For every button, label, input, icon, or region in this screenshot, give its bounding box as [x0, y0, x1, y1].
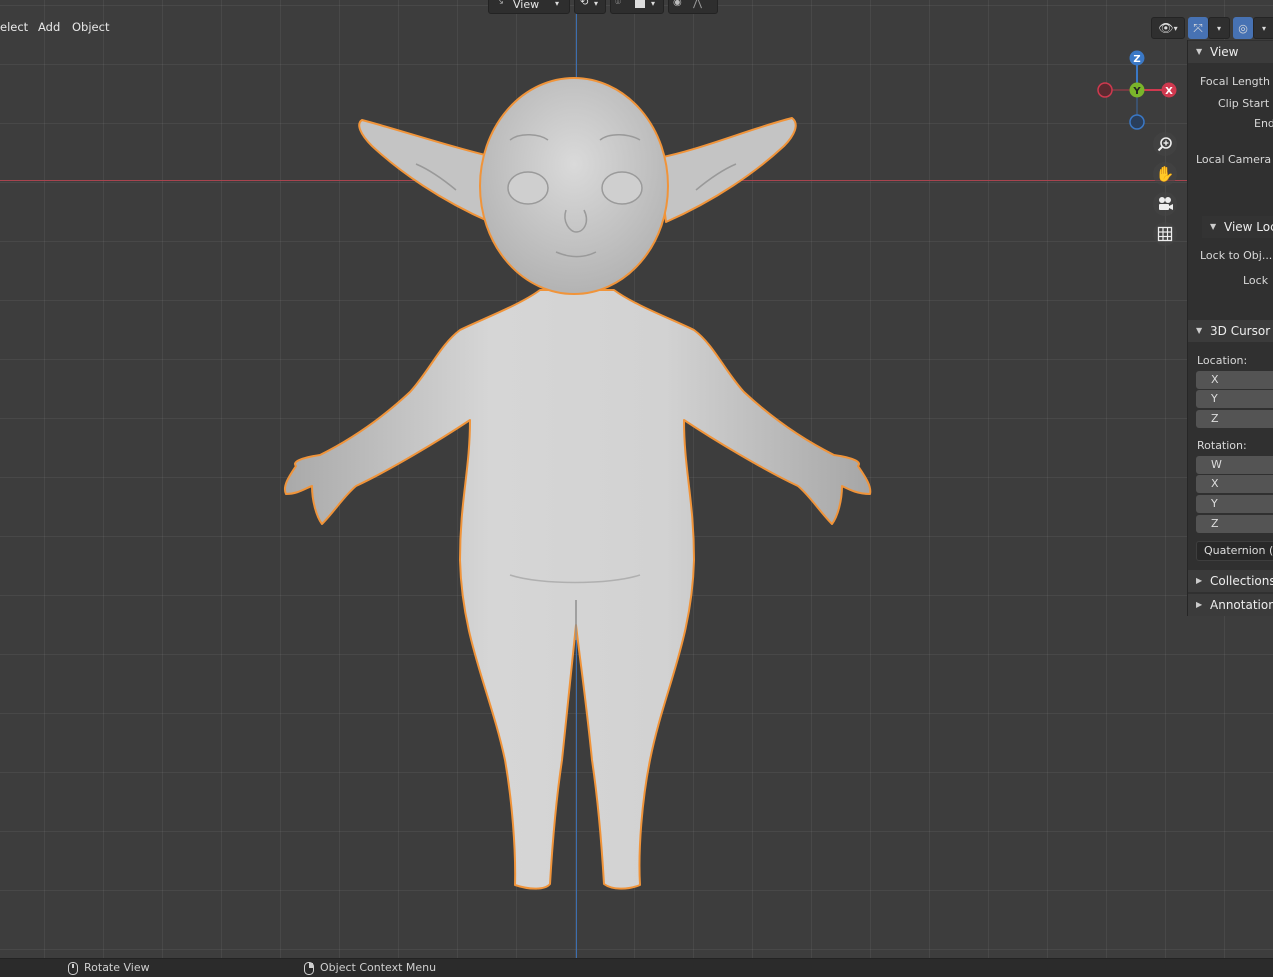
- view-panel-title: View: [1210, 45, 1239, 59]
- y-axis-label: Y: [1132, 86, 1141, 97]
- field-axis-label: W: [1211, 458, 1222, 471]
- navigation-gizmo[interactable]: Z X Y: [1093, 48, 1179, 134]
- annotations-panel-header[interactable]: ▶ Annotations: [1188, 594, 1273, 616]
- camera-icon: [1159, 197, 1173, 210]
- cursor-rotation-w-field[interactable]: W: [1196, 456, 1273, 474]
- chevron-down-icon: ▾: [1216, 23, 1221, 33]
- chevron-down-icon: ▾: [1261, 23, 1266, 33]
- proportional-edit-icon: ◉: [673, 0, 682, 8]
- rotation-mode-select[interactable]: Quaternion (W: [1196, 541, 1273, 561]
- chevron-down-icon: ▾: [651, 0, 656, 8]
- gizmo-dropdown[interactable]: ▾: [1208, 17, 1230, 39]
- grid-icon: [1157, 226, 1173, 242]
- field-axis-label: Z: [1211, 517, 1219, 530]
- rotation-label: Rotation:: [1197, 439, 1247, 452]
- proportional-edit-dropdown[interactable]: ◉ ⋀: [668, 0, 718, 14]
- select-menu[interactable]: elect: [0, 18, 34, 36]
- gizmo-toggle[interactable]: ⤧: [1188, 17, 1208, 39]
- field-axis-label: X: [1211, 477, 1219, 490]
- cursor-rotation-z-field[interactable]: Z: [1196, 515, 1273, 533]
- clip-end-label: End: [1254, 117, 1273, 130]
- overlays-dropdown[interactable]: ▾: [1253, 17, 1273, 39]
- mouse-middle-icon: [68, 961, 78, 975]
- 3d-cursor-title: 3D Cursor: [1210, 324, 1271, 338]
- location-label: Location:: [1197, 354, 1248, 367]
- eye-icon: 👁: [1158, 21, 1174, 35]
- overlays-toggle[interactable]: ◎: [1233, 17, 1253, 39]
- view-panel-header[interactable]: ▼ View: [1188, 41, 1273, 63]
- pivot-icon: ⟲: [580, 0, 589, 8]
- view-dropdown-label: View: [513, 0, 540, 11]
- 3d-viewport[interactable]: [0, 0, 1273, 958]
- chevron-down-icon: ▾: [555, 0, 560, 8]
- clip-start-label: Clip Start: [1218, 97, 1270, 110]
- snap-target-icon: [635, 0, 645, 8]
- object-menu[interactable]: Object: [66, 18, 115, 36]
- status-context-menu: Object Context Menu: [304, 960, 436, 976]
- object-context-menu-label: Object Context Menu: [320, 961, 437, 974]
- collapsed-triangle-icon: ▶: [1196, 600, 1203, 609]
- x-axis-label: X: [1165, 86, 1173, 97]
- zoom-icon: [1157, 137, 1172, 152]
- status-bar: Rotate View Object Context Menu: [0, 958, 1273, 977]
- ortho-toggle-button[interactable]: [1153, 222, 1177, 246]
- z-axis-label: Z: [1133, 54, 1140, 65]
- zoom-button[interactable]: [1153, 132, 1177, 156]
- rotate-view-label: Rotate View: [84, 961, 150, 974]
- expanded-triangle-icon: ▼: [1196, 47, 1203, 56]
- pivot-dropdown[interactable]: ⟲ ▾: [574, 0, 606, 14]
- view-lock-title: View Lock: [1224, 220, 1273, 234]
- view-lock-subpanel-header[interactable]: ▼ View Lock: [1202, 216, 1273, 238]
- lock-to-object-label: Lock to Obj...: [1200, 249, 1273, 262]
- transform-orientation-icon: ⤡: [495, 0, 503, 6]
- overlays-icon: ◎: [1238, 21, 1248, 35]
- field-axis-label: Z: [1211, 412, 1219, 425]
- magnet-icon: ⌾: [615, 0, 621, 8]
- local-camera-label: Local Camera: [1196, 153, 1272, 166]
- cursor-location-x-field[interactable]: X: [1196, 371, 1273, 389]
- expanded-triangle-icon: ▼: [1210, 222, 1217, 231]
- neg-z-axis-handle: [1129, 114, 1145, 130]
- field-axis-label: Y: [1211, 392, 1218, 405]
- cursor-rotation-y-field[interactable]: Y: [1196, 495, 1273, 513]
- neg-x-axis-handle: [1097, 82, 1113, 98]
- collections-panel-header[interactable]: ▶ Collections: [1188, 570, 1273, 592]
- field-axis-label: Y: [1211, 497, 1218, 510]
- cursor-rotation-x-field[interactable]: X: [1196, 475, 1273, 493]
- expanded-triangle-icon: ▼: [1196, 326, 1203, 335]
- hand-icon: ✋: [1155, 165, 1175, 183]
- cursor-location-z-field[interactable]: Z: [1196, 410, 1273, 428]
- character-model[interactable]: [0, 0, 1273, 958]
- lock-label: Lock: [1243, 274, 1269, 287]
- viewport-header: elect Add Object ⤡ View ▾ ⟲ ▾ ⌾ ▾ ◉ ⋀ 👁 …: [0, 0, 1273, 40]
- 3d-cursor-panel-header[interactable]: ▼ 3D Cursor: [1188, 320, 1273, 342]
- collapsed-triangle-icon: ▶: [1196, 576, 1203, 585]
- camera-view-button[interactable]: [1153, 192, 1177, 216]
- visibility-dropdown[interactable]: 👁 ▾: [1151, 17, 1185, 39]
- annotations-title: Annotations: [1210, 598, 1273, 612]
- status-rotate-view: Rotate View: [68, 960, 150, 976]
- field-axis-label: X: [1211, 373, 1219, 386]
- cursor-location-y-field[interactable]: Y: [1196, 390, 1273, 408]
- chevron-down-icon: ▾: [594, 0, 599, 8]
- sidebar-n-panel: ▼ View Focal Length Clip Start End Local…: [1187, 40, 1273, 616]
- chevron-down-icon: ▾: [1173, 23, 1178, 33]
- rotation-mode-value: Quaternion (W: [1204, 544, 1273, 557]
- pan-button[interactable]: ✋: [1153, 162, 1177, 186]
- falloff-icon: ⋀: [693, 0, 703, 9]
- collections-title: Collections: [1210, 574, 1273, 588]
- focal-length-label: Focal Length: [1200, 75, 1270, 88]
- mouse-right-icon: [304, 961, 314, 975]
- gizmo-icon: ⤧: [1193, 20, 1203, 35]
- add-menu[interactable]: Add: [32, 18, 66, 36]
- orientation-dropdown[interactable]: ⤡ View ▾: [488, 0, 570, 14]
- snap-dropdown[interactable]: ⌾ ▾: [610, 0, 664, 14]
